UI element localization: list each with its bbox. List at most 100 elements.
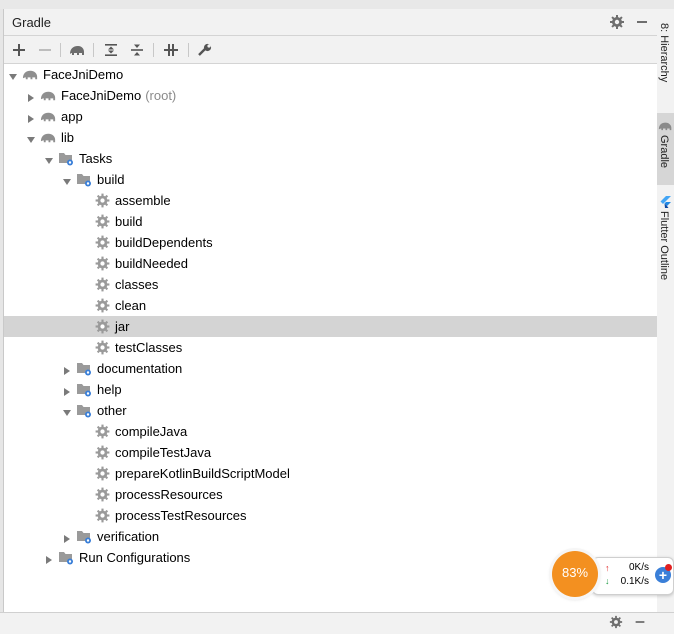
toolbar-separator [60,43,61,57]
tab-hierarchy[interactable]: 8: Hierarchy [657,17,674,113]
tree-row-text: assemble [115,193,171,208]
download-speed: 0.1K/s [620,576,649,587]
tree-row-label: testClasses [115,340,182,355]
network-monitor-widget[interactable]: ↑ ↓ 0K/s 0.1K/s + 83% [552,551,674,597]
tree-row-text: lib [61,130,75,145]
remove-icon[interactable] [36,41,54,59]
task-gear-icon [94,507,111,524]
tree-row[interactable]: other [4,400,658,421]
tree-row[interactable]: verification [4,526,658,547]
task-folder-icon [76,402,93,419]
tree-row[interactable]: assemble [4,190,658,211]
collapsed-arrow-icon[interactable] [44,552,54,564]
tree-row[interactable]: buildNeeded [4,253,658,274]
collapsed-arrow-icon[interactable] [62,363,72,375]
gradle-tree[interactable]: FaceJniDemo FaceJniDemo (root) app lib Tasks b… [4,64,658,612]
tree-row[interactable]: app [4,106,658,127]
toolbar-separator [188,43,189,57]
tree-row[interactable]: prepareKotlinBuildScriptModel [4,463,658,484]
task-gear-icon [94,318,111,335]
task-folder-icon [58,150,75,167]
collapsed-arrow-icon[interactable] [26,90,36,102]
task-folder-icon [76,381,93,398]
right-tool-strip: 8: Hierarchy Gradle Flutter Outline [657,9,674,612]
task-gear-icon [94,192,111,209]
gear-icon[interactable] [609,14,625,30]
tree-row-text: documentation [97,361,183,376]
tree-row-text: processResources [115,487,223,502]
tab-flutter-outline-label: Flutter Outline [658,211,670,281]
tree-row-text: app [61,109,83,124]
expanded-arrow-icon[interactable] [8,69,18,80]
toolbar-separator [153,43,154,57]
tree-row[interactable]: clean [4,295,658,316]
cpu-usage-circle[interactable]: 83% [552,551,598,597]
expand-all-icon[interactable] [102,41,120,59]
tree-row-text: FaceJniDemo [43,67,124,82]
tab-flutter-outline[interactable]: Flutter Outline [657,189,674,293]
top-strip [0,0,674,9]
tree-row-text: Tasks [79,151,113,166]
tree-row-label: processResources [115,487,223,502]
tree-row-label: lib [61,130,74,145]
collapsed-arrow-icon[interactable] [62,384,72,396]
wrench-icon[interactable] [196,41,214,59]
hide-icon[interactable] [634,14,650,30]
gradle-project-icon [40,129,57,146]
tree-row[interactable]: testClasses [4,337,658,358]
title-bar: Gradle [4,9,658,36]
tree-row[interactable]: help [4,379,658,400]
tree-row-suffix: (root) [145,88,177,103]
gear-icon[interactable] [609,615,623,634]
tree-row-text: verification [97,529,160,544]
tree-row[interactable]: FaceJniDemo [4,64,658,85]
tree-row[interactable]: documentation [4,358,658,379]
hide-icon[interactable] [633,615,647,634]
add-icon[interactable] [10,41,28,59]
tree-row[interactable]: Tasks [4,148,658,169]
expanded-arrow-icon[interactable] [62,405,72,416]
tree-row[interactable]: processResources [4,484,658,505]
tree-row-label: clean [115,298,146,313]
expanded-arrow-icon[interactable] [44,153,54,164]
tree-row-label: other [97,403,127,418]
task-folder-icon [76,360,93,377]
task-gear-icon [94,423,111,440]
tree-row-label: assemble [115,193,171,208]
task-gear-icon [94,465,111,482]
tree-row[interactable]: compileJava [4,421,658,442]
tree-row-text: clean [115,298,147,313]
toolbar-separator [93,43,94,57]
tab-hierarchy-label: 8: Hierarchy [658,23,670,83]
tree-row-label: buildDependents [115,235,213,250]
gradle-project-icon [40,87,57,104]
tree-row-text: compileJava [115,424,188,439]
tree-row[interactable]: buildDependents [4,232,658,253]
task-folder-icon [76,528,93,545]
collapsed-arrow-icon[interactable] [62,531,72,543]
tree-row[interactable]: FaceJniDemo (root) [4,85,658,106]
tab-gradle-label: Gradle [658,135,670,169]
tree-row-text: build [97,172,125,187]
expanded-arrow-icon[interactable] [62,174,72,185]
toggle-offline-icon[interactable] [162,41,180,59]
tree-row-text: FaceJniDemo [61,88,142,103]
expanded-arrow-icon[interactable] [26,132,36,143]
collapse-all-icon[interactable] [128,41,146,59]
tree-row[interactable]: jar [4,316,658,337]
tree-row-text: buildDependents [115,235,213,250]
tree-row[interactable]: classes [4,274,658,295]
tree-row[interactable]: lib [4,127,658,148]
tree-row[interactable]: processTestResources [4,505,658,526]
tree-row-label: buildNeeded [115,256,188,271]
tree-row-text: jar [115,319,130,334]
tree-row[interactable]: build [4,169,658,190]
collapsed-arrow-icon[interactable] [26,111,36,123]
toolbar [4,36,658,64]
tree-row[interactable]: build [4,211,658,232]
task-gear-icon [94,234,111,251]
tree-row-label: processTestResources [115,508,247,523]
elephant-icon[interactable] [68,41,86,59]
tab-gradle[interactable]: Gradle [657,113,674,185]
tree-row[interactable]: compileTestJava [4,442,658,463]
